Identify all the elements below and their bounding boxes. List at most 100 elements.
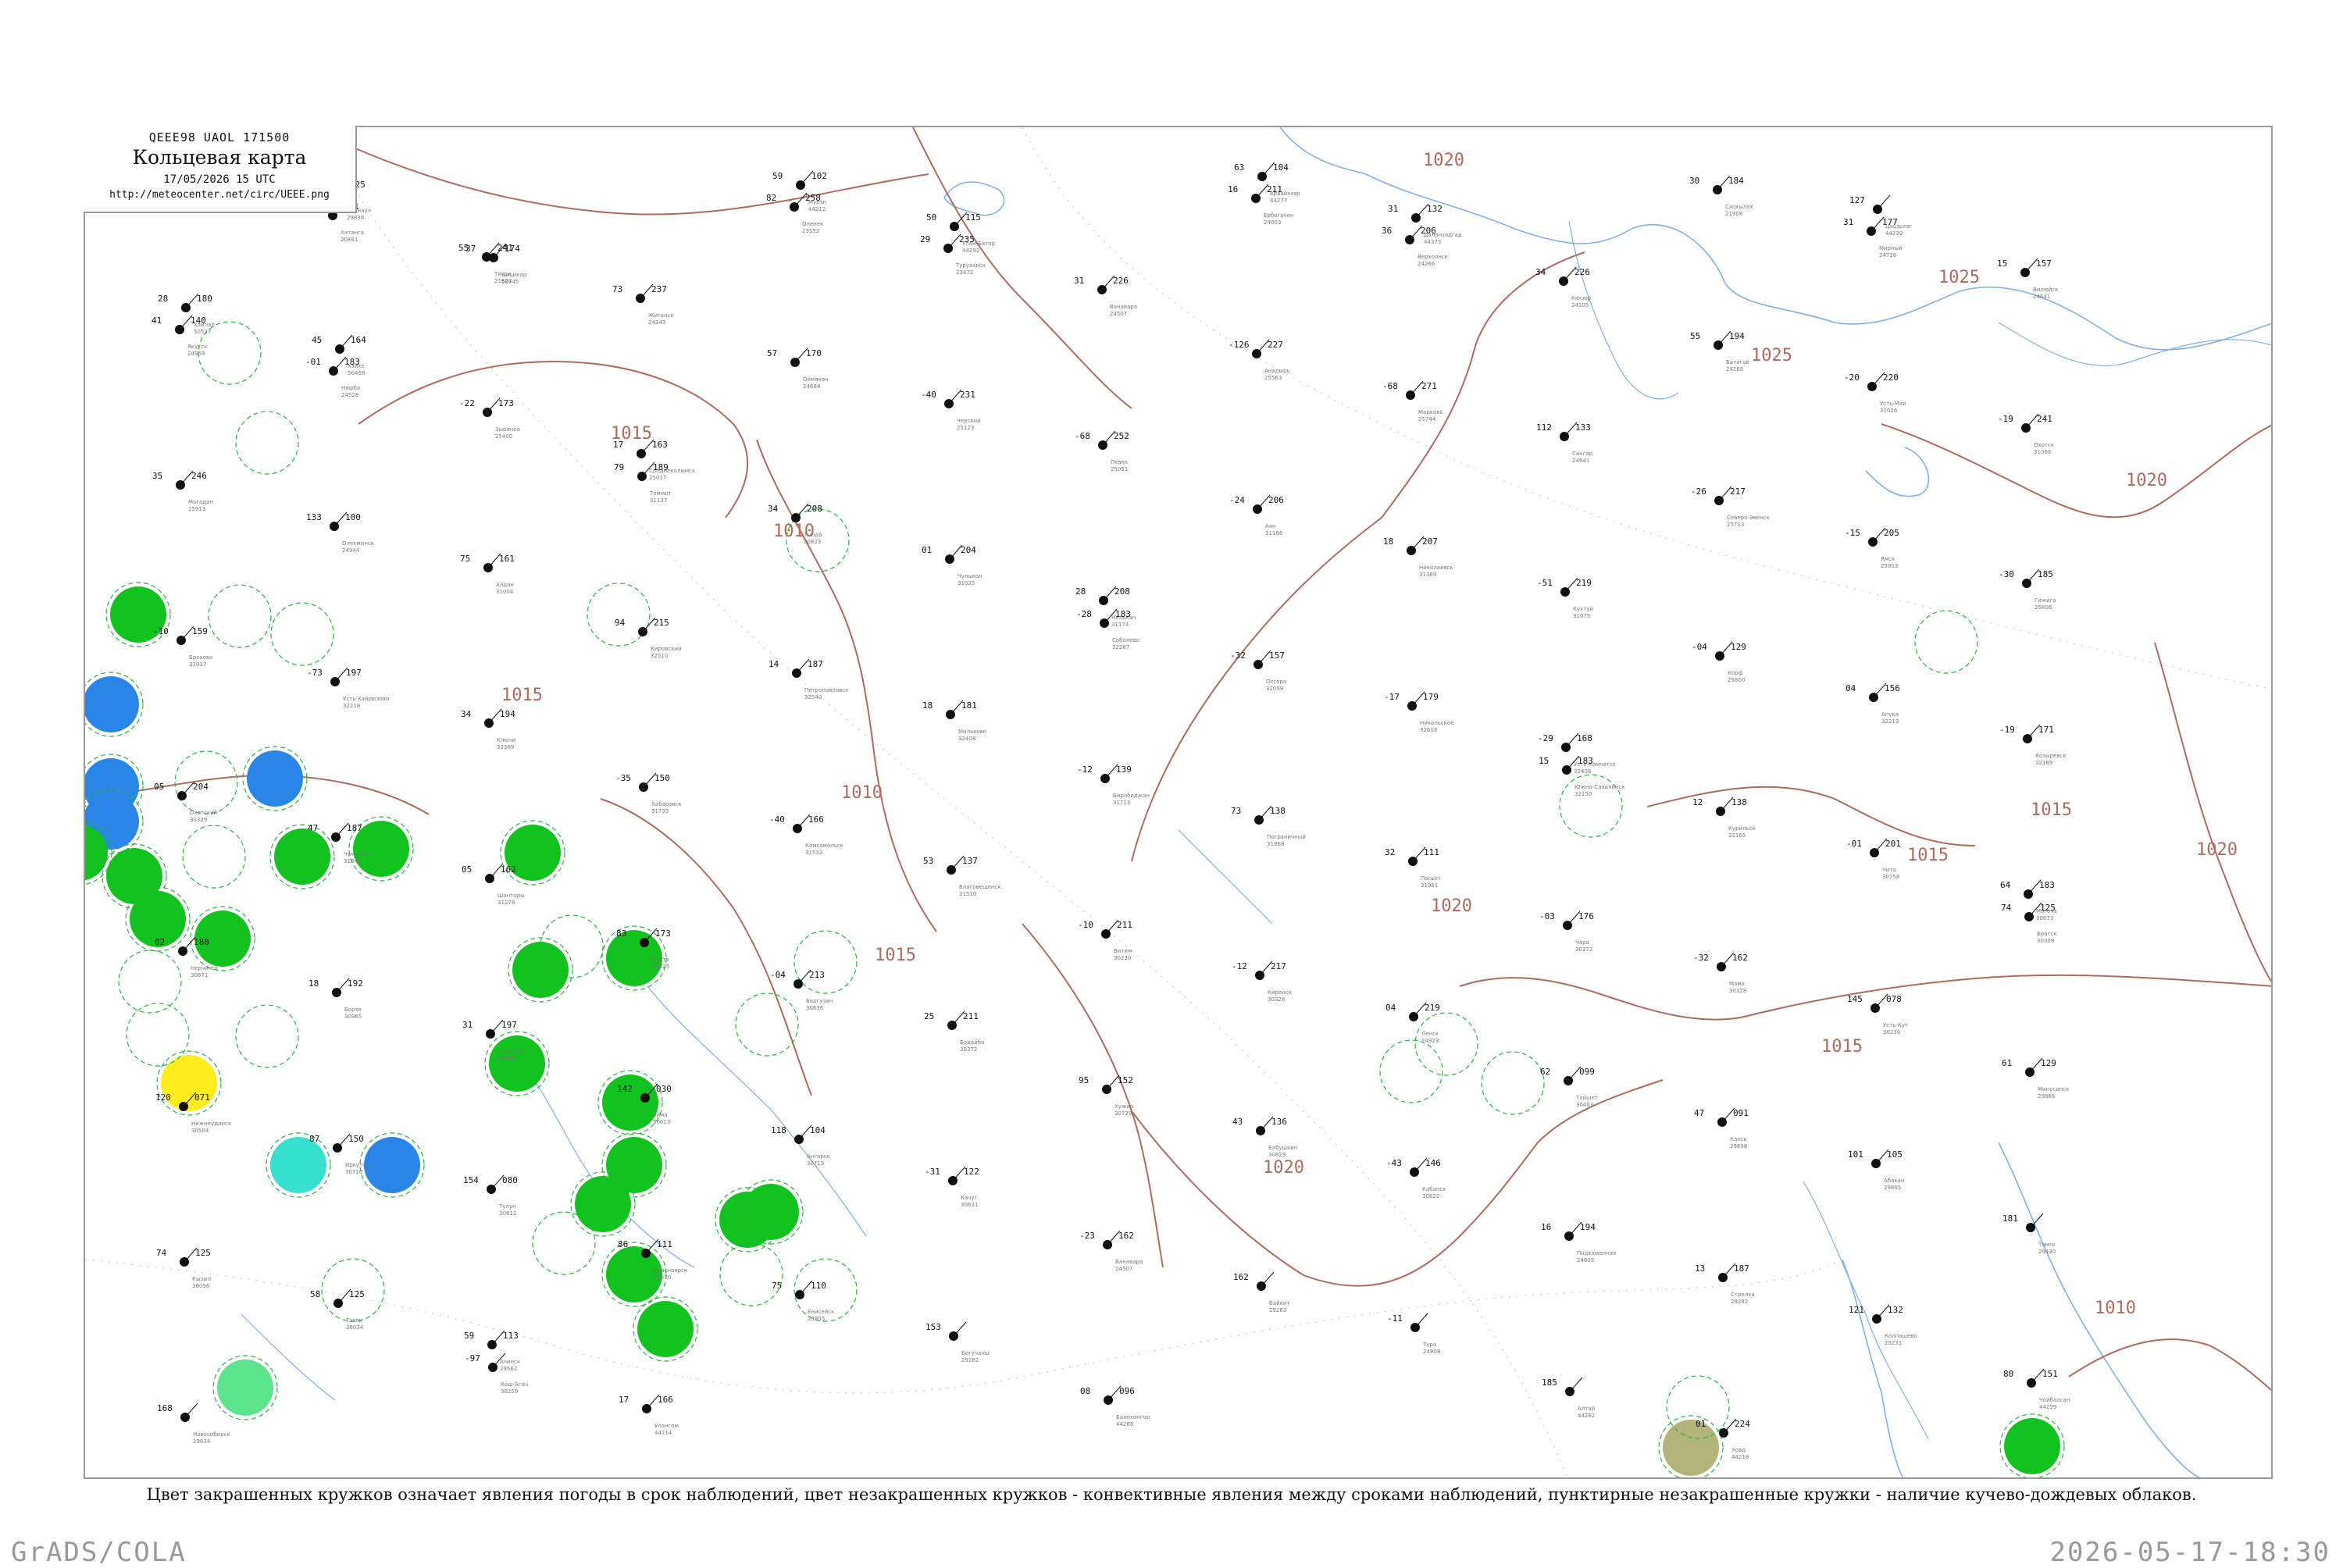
station-temperature: 08 xyxy=(1080,1386,1090,1396)
station-id: 31532 xyxy=(805,850,822,856)
station-id: 44214 xyxy=(654,1430,672,1436)
station-name: Кабанск xyxy=(1422,1186,1446,1192)
station-name: Кяхта xyxy=(652,957,669,963)
station-pressure: 129 xyxy=(1731,642,1746,652)
station-name: Красноярск xyxy=(654,1267,687,1274)
weather-mark xyxy=(247,750,303,807)
station-name: Улан-Удэ xyxy=(498,1048,524,1054)
station-plot: 59 102 Мурэн44212 xyxy=(772,170,827,212)
isobar-label: 1020 xyxy=(2196,840,2238,860)
station-name: Алдан xyxy=(496,582,514,588)
station-pressure: 150 xyxy=(654,773,670,783)
station-plot: -22 173 Зырянка25400 xyxy=(459,397,520,440)
coastline xyxy=(943,181,1005,216)
station-pressure: 163 xyxy=(652,440,668,450)
station-pressure: 189 xyxy=(653,462,669,472)
station-name: Усть-Хайрюзово xyxy=(343,696,389,702)
station-temperature: 01 xyxy=(922,545,932,555)
station-pressure: 125 xyxy=(2040,903,2056,913)
station-id: 30715 xyxy=(807,1160,824,1167)
station-id: 24688 xyxy=(803,383,820,390)
station-pressure: 204 xyxy=(961,545,976,555)
station-temperature: -32 xyxy=(1230,650,1246,661)
station-plot: 162 Байкит29263 xyxy=(1233,1271,1290,1313)
station-temperature: 73 xyxy=(612,284,622,294)
station-temperature: 36 xyxy=(1382,226,1392,236)
isobar xyxy=(1131,517,1382,862)
station-id: 30965 xyxy=(344,1014,362,1020)
station-pressure: 211 xyxy=(963,1011,979,1021)
station-temperature: 74 xyxy=(2001,903,2012,913)
station-id: 50745 xyxy=(501,279,519,285)
station-temperature: -23 xyxy=(1079,1231,1095,1241)
station-temperature: -31 xyxy=(925,1167,940,1177)
station-pressure: 219 xyxy=(1425,1003,1440,1013)
station-name: Хэйхэ xyxy=(348,363,364,369)
station-id: 32618 xyxy=(1420,727,1437,733)
map-legend: QEEE98 UAOL 171500 Кольцевая карта 17/05… xyxy=(84,126,357,213)
station-plot: 04 219 Ленск24923 xyxy=(1385,1002,1440,1044)
station-temperature: 121 xyxy=(1849,1305,1864,1315)
station-name: Чульман xyxy=(958,573,982,579)
station-plot: 73 237 Жиганск24343 xyxy=(612,283,674,326)
isobar xyxy=(1646,786,1976,846)
station-plot: 05 204 Охотский31329 xyxy=(154,781,217,823)
cb-ring xyxy=(235,1004,299,1068)
station-name: Цицикар xyxy=(501,272,527,278)
station-plot: 63 104 Арвайхээр44277 xyxy=(1234,162,1300,204)
station-id: 32408 xyxy=(958,736,975,742)
station-temperature: 87 xyxy=(309,1134,319,1144)
station-plot: 57 170 Оймякон24688 xyxy=(767,347,829,390)
station-pressure: 166 xyxy=(808,814,824,825)
station-temperature: 16 xyxy=(1541,1222,1551,1232)
station-pressure: 162 xyxy=(1732,953,1748,963)
station-temperature: 37 xyxy=(465,244,476,254)
station-id: 30673 xyxy=(2036,915,2053,921)
station-temperature: 18 xyxy=(308,978,319,989)
station-plot: 75 161 Алдан31004 xyxy=(460,553,515,595)
station-pressure: 215 xyxy=(654,618,669,628)
station-temperature: 47 xyxy=(308,823,318,833)
isobar xyxy=(1459,1079,1664,1237)
station-id: 29570 xyxy=(654,1274,671,1281)
station-temperature: 18 xyxy=(1383,536,1393,547)
station-temperature: 118 xyxy=(771,1125,786,1135)
coastline xyxy=(1842,1259,1904,1477)
station-pressure: 192 xyxy=(348,978,363,989)
station-temperature: 62 xyxy=(1540,1067,1550,1077)
station-pressure: 129 xyxy=(2041,1058,2056,1068)
station-pressure: 194 xyxy=(1580,1222,1596,1232)
station-name: Оймякон xyxy=(803,376,829,383)
station-plot: 04 156 Апука32213 xyxy=(1846,682,1900,725)
station-name: Чита xyxy=(1882,867,1896,873)
station-temperature: 02 xyxy=(155,937,165,947)
station-temperature: 82 xyxy=(766,193,776,203)
station-temperature: -28 xyxy=(1076,609,1092,619)
station-temperature: 64 xyxy=(2000,880,2011,890)
isobar-label: 1025 xyxy=(1938,268,1980,287)
station-name: Марково xyxy=(1418,409,1443,415)
station-plot: 74 125 Кызыл36096 xyxy=(156,1247,211,1289)
weather-mark xyxy=(364,1137,420,1193)
station-name: Гижига xyxy=(2035,597,2056,604)
station-id: 30823 xyxy=(498,1055,515,1061)
station-id: 29282 xyxy=(961,1357,979,1363)
station-plot: -11 Тура24908 xyxy=(1387,1313,1440,1355)
station-id: 29263 xyxy=(1269,1307,1286,1313)
station-name: Кировский xyxy=(651,646,682,652)
station-plot: -40 166 Комсомольск31532 xyxy=(769,814,843,856)
station-temperature: 58 xyxy=(310,1289,320,1299)
station-pressure: 105 xyxy=(1887,1149,1903,1160)
country-borders xyxy=(85,127,2271,1477)
station-plot: -12 139 Биробиджан31713 xyxy=(1077,764,1150,806)
station-id: 30613 xyxy=(653,1119,670,1125)
weather-mark xyxy=(161,1055,217,1111)
synoptic-map: 1020101510201025102510201015101010151010… xyxy=(84,126,2273,1479)
station-name: Мама xyxy=(1729,981,1745,987)
station-plot: 50 115 Улан-Батор44292 xyxy=(926,212,996,254)
station-name: Кухтуй xyxy=(1573,606,1593,612)
station-pressure: 115 xyxy=(965,212,981,223)
station-plot: -15 205 Ямск25903 xyxy=(1845,527,1899,569)
station-pressure: 181 xyxy=(961,700,977,711)
station-plot: -04 129 Корф25800 xyxy=(1692,641,1746,683)
